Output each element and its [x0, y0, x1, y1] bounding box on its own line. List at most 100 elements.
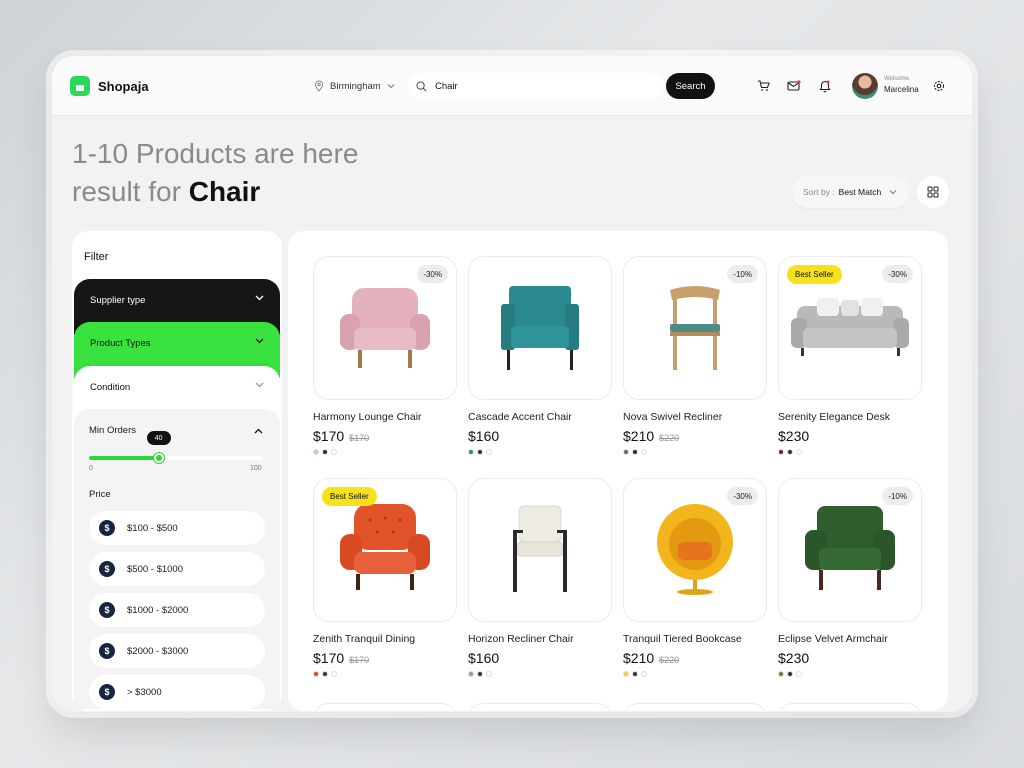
- product-name[interactable]: Zenith Tranquil Dining: [313, 633, 457, 645]
- price-row: $160: [468, 650, 612, 666]
- discount-badge: -30%: [882, 265, 913, 283]
- product-image[interactable]: -30%: [313, 256, 457, 400]
- color-swatch[interactable]: [796, 449, 802, 455]
- color-swatches: [778, 449, 922, 455]
- color-swatch[interactable]: [468, 449, 474, 455]
- product-card[interactable]: [313, 703, 457, 711]
- search-input[interactable]: [435, 80, 635, 92]
- color-swatch[interactable]: [468, 671, 474, 677]
- search-icon: [416, 80, 427, 92]
- app-window: Shopaja Birmingham Search: [52, 56, 972, 712]
- color-swatch[interactable]: [623, 449, 629, 455]
- results-query-title: result for Chair: [72, 176, 260, 208]
- product-image[interactable]: Best Seller: [313, 478, 457, 622]
- settings-gear-icon[interactable]: [928, 75, 950, 97]
- price-option-label: $2000 - $3000: [127, 645, 189, 657]
- color-swatch[interactable]: [322, 671, 328, 677]
- color-swatches: [313, 449, 457, 455]
- product-name[interactable]: Tranquil Tiered Bookcase: [623, 633, 767, 645]
- price-option[interactable]: $ $500 - $1000: [89, 552, 265, 586]
- filter-section-label: Condition: [90, 382, 131, 393]
- product-image[interactable]: -10%: [778, 478, 922, 622]
- grid-view-button[interactable]: [917, 176, 949, 208]
- color-swatch[interactable]: [787, 449, 793, 455]
- slider-max-label: 100: [250, 465, 262, 472]
- color-swatch[interactable]: [632, 449, 638, 455]
- price-option-label: > $3000: [127, 686, 162, 698]
- color-swatch[interactable]: [641, 449, 647, 455]
- product-price: $210: [623, 650, 655, 666]
- product-card[interactable]: -30% Tranquil Tiered Bookcase $210 $220: [623, 478, 767, 677]
- logo[interactable]: Shopaja: [70, 76, 149, 96]
- sort-value: Best Match: [838, 187, 882, 197]
- product-card[interactable]: [623, 703, 767, 711]
- product-card[interactable]: -30% Harmony Lounge Chair $170 $170: [313, 256, 457, 455]
- orange-armchair-image: [340, 504, 430, 590]
- color-swatch[interactable]: [477, 671, 483, 677]
- color-swatches: [623, 449, 767, 455]
- color-swatch[interactable]: [623, 671, 629, 677]
- slider-handle[interactable]: [153, 453, 164, 463]
- product-card[interactable]: [778, 703, 922, 711]
- color-swatch[interactable]: [641, 671, 647, 677]
- bell-icon[interactable]: [817, 78, 833, 94]
- product-name[interactable]: Serenity Elegance Desk: [778, 411, 922, 423]
- color-swatch[interactable]: [778, 671, 784, 677]
- price-option[interactable]: $ > $3000: [89, 675, 265, 709]
- product-price: $160: [468, 428, 500, 444]
- dollar-icon: $: [99, 684, 115, 700]
- price-option-label: $100 - $500: [127, 522, 178, 534]
- product-image[interactable]: -30% Best Seller: [778, 256, 922, 400]
- original-price: $220: [659, 655, 680, 665]
- original-price: $220: [659, 433, 680, 443]
- search-bar: [408, 73, 664, 99]
- product-image[interactable]: -30%: [623, 478, 767, 622]
- product-card[interactable]: -10% Eclipse Velvet Armchair $230: [778, 478, 922, 677]
- color-swatch[interactable]: [486, 449, 492, 455]
- product-name[interactable]: Harmony Lounge Chair: [313, 411, 457, 423]
- color-swatch[interactable]: [632, 671, 638, 677]
- avatar[interactable]: [852, 73, 878, 99]
- product-image[interactable]: [468, 478, 612, 622]
- best-seller-badge: Best Seller: [787, 265, 842, 284]
- search-button[interactable]: Search: [666, 73, 715, 99]
- price-option[interactable]: $ $2000 - $3000: [89, 634, 265, 668]
- min-orders-slider[interactable]: [89, 453, 263, 463]
- color-swatch[interactable]: [787, 671, 793, 677]
- location-selector[interactable]: Birmingham: [314, 74, 395, 98]
- color-swatch[interactable]: [331, 449, 337, 455]
- product-name[interactable]: Eclipse Velvet Armchair: [778, 633, 922, 645]
- product-card[interactable]: -10% Nova Swivel Recliner $210 $220: [623, 256, 767, 455]
- grid-icon: [927, 186, 939, 198]
- price-option[interactable]: $ $100 - $500: [89, 511, 265, 545]
- chevron-down-icon: [255, 338, 264, 362]
- sort-dropdown[interactable]: Sort by : Best Match: [792, 176, 910, 208]
- product-card[interactable]: [468, 703, 612, 711]
- search-query: Chair: [188, 176, 261, 207]
- color-swatch[interactable]: [477, 449, 483, 455]
- color-swatch[interactable]: [331, 671, 337, 677]
- product-name[interactable]: Horizon Recliner Chair: [468, 633, 612, 645]
- product-price: $230: [778, 428, 810, 444]
- product-name[interactable]: Cascade Accent Chair: [468, 411, 612, 423]
- product-card[interactable]: -30% Best Seller Serenity Elegance Desk $23…: [778, 256, 922, 455]
- egg-chair-image: [657, 504, 733, 595]
- color-swatch[interactable]: [322, 449, 328, 455]
- product-card[interactable]: Best Seller Zenith Tranquil Dining $170 $17…: [313, 478, 457, 677]
- product-name[interactable]: Nova Swivel Recliner: [623, 411, 767, 423]
- color-swatch[interactable]: [796, 671, 802, 677]
- color-swatch[interactable]: [313, 449, 319, 455]
- price-option[interactable]: $ $1000 - $2000: [89, 593, 265, 627]
- product-image[interactable]: [468, 256, 612, 400]
- cart-icon[interactable]: [755, 78, 771, 94]
- discount-badge: -30%: [727, 487, 758, 505]
- color-swatch[interactable]: [313, 671, 319, 677]
- color-swatch[interactable]: [778, 449, 784, 455]
- product-image[interactable]: -10%: [623, 256, 767, 400]
- price-row: $170 $170: [313, 650, 457, 666]
- mail-icon[interactable]: [786, 78, 802, 94]
- product-card[interactable]: Horizon Recliner Chair $160: [468, 478, 612, 677]
- chevron-up-icon[interactable]: [254, 428, 263, 434]
- product-card[interactable]: Cascade Accent Chair $160: [468, 256, 612, 455]
- color-swatch[interactable]: [486, 671, 492, 677]
